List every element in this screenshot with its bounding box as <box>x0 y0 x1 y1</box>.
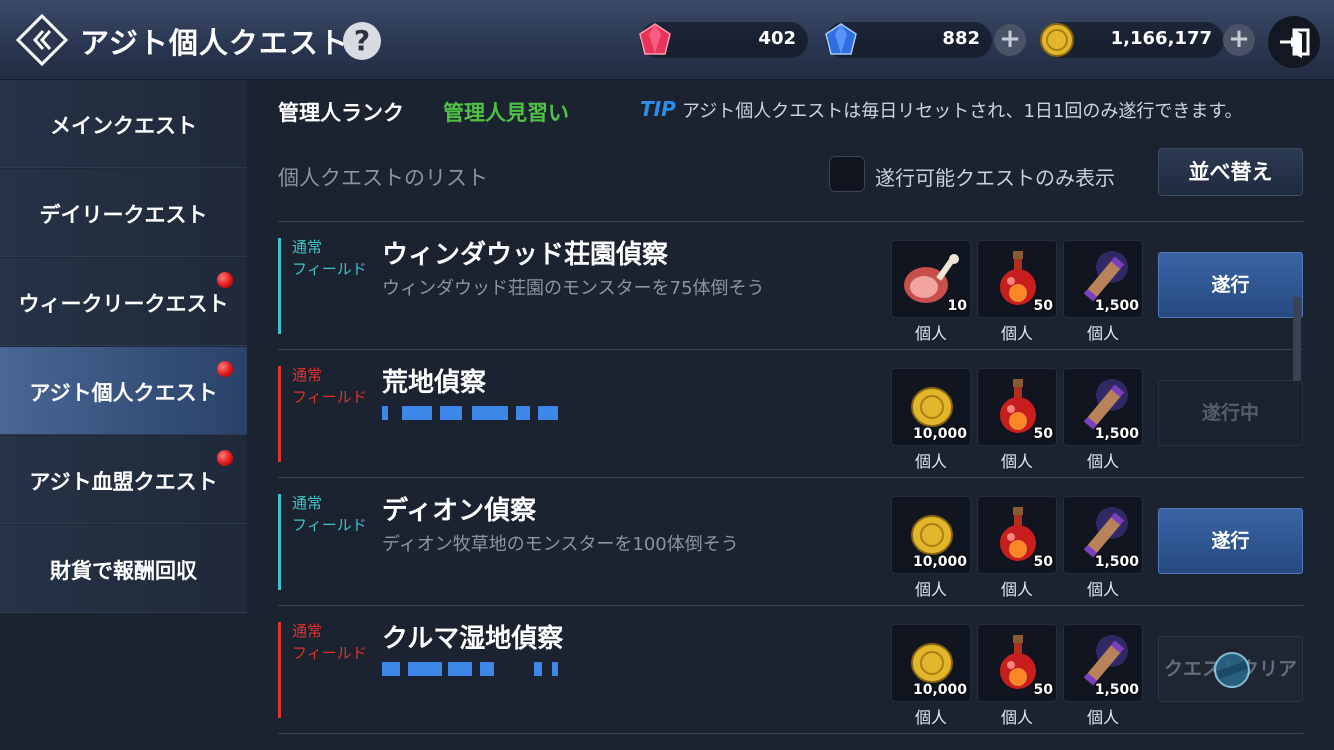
notification-dot <box>217 450 233 466</box>
quest-accent-bar <box>278 494 281 590</box>
quest-start-button[interactable]: 遂行 <box>1158 508 1303 574</box>
reward-label: 個人 <box>914 708 947 727</box>
divider <box>278 733 1303 734</box>
scrollbar[interactable] <box>1293 297 1301 381</box>
sidebar: メインクエスト デイリークエスト ウィークリークエスト アジト個人クエスト アジ… <box>0 80 247 613</box>
quest-title: 荒地偵察 <box>382 368 487 398</box>
reward-quantity: 10,000 <box>912 682 967 698</box>
exit-button[interactable] <box>1268 16 1320 68</box>
sidebar-item-label: デイリークエスト <box>39 203 208 227</box>
tip-text: アジト個人クエストは毎日リセットされ、1日1回のみ遂行できます。 <box>682 101 1243 122</box>
reward-label: 個人 <box>1000 452 1033 471</box>
blue-gem-value: 882 <box>942 28 980 49</box>
quest-accent-bar <box>278 366 281 462</box>
reward-quantity: 1,500 <box>1094 298 1139 314</box>
reward-quantity: 1,500 <box>1094 426 1139 442</box>
gold-counter: 1,166,177 <box>1040 22 1224 58</box>
quest-type-label: 通常 <box>292 366 323 384</box>
reward-quantity: 10,000 <box>912 426 967 442</box>
reward-quantity: 10 <box>947 298 967 314</box>
quest-accent-bar <box>278 622 281 718</box>
rank-label: 管理人ランク <box>278 101 404 125</box>
sidebar-item-label: アジト血盟クエスト <box>29 470 218 494</box>
quest-start-button[interactable]: 遂行 <box>1158 252 1303 318</box>
reward-quantity: 50 <box>1033 426 1053 442</box>
blue-gem-counter: 882 <box>825 22 992 58</box>
quest-list-label: 個人クエストのリスト <box>278 166 488 190</box>
sort-button[interactable]: 並べ替え <box>1158 148 1303 196</box>
reward-label: 個人 <box>914 324 947 343</box>
back-button[interactable] <box>15 13 69 67</box>
quest-type-label: 通常 <box>292 494 323 512</box>
quest-row: 通常 フィールド クルマ湿地偵察 10,000 個人 50 個人 1,500 個… <box>278 606 1303 734</box>
tip-tag: TIP <box>640 97 676 121</box>
red-gem-icon <box>639 23 671 55</box>
reward-quantity: 50 <box>1033 682 1053 698</box>
notification-dot <box>217 272 233 288</box>
blue-gem-icon <box>825 23 857 55</box>
quest-description: ディオン牧草地のモンスターを100体倒そう <box>382 534 739 555</box>
quest-row: 通常 フィールド 荒地偵察 10,000 個人 50 個人 1,500 個人 遂… <box>278 350 1303 478</box>
sidebar-item-weekly-quest[interactable]: ウィークリークエスト <box>0 258 247 346</box>
top-bar: アジト個人クエスト ? 402 882 + 1,166,177 + <box>0 0 1334 80</box>
sidebar-item-hideout-personal-quest[interactable]: アジト個人クエスト <box>0 347 247 435</box>
reward-label: 個人 <box>1000 580 1033 599</box>
sidebar-item-label: 財貨で報酬回収 <box>50 559 197 583</box>
sidebar-item-reward-collect[interactable]: 財貨で報酬回収 <box>0 525 247 613</box>
quest-type-label: 通常 <box>292 622 323 640</box>
reward-quantity: 50 <box>1033 554 1053 570</box>
quest-title: クルマ湿地偵察 <box>382 624 564 654</box>
sidebar-item-label: アジト個人クエスト <box>29 381 218 405</box>
back-arrow-icon <box>15 13 69 67</box>
reward-quantity: 1,500 <box>1094 682 1139 698</box>
exit-door-icon <box>1280 28 1310 58</box>
quest-category-label: フィールド <box>292 388 367 406</box>
filter-checkbox[interactable] <box>829 156 865 192</box>
quest-accent-bar <box>278 238 281 334</box>
red-gem-value: 402 <box>758 28 796 49</box>
sidebar-item-label: ウィークリークエスト <box>18 292 229 316</box>
reward-quantity: 10,000 <box>912 554 967 570</box>
quest-title: ウィンダウッド荘園偵察 <box>382 240 669 270</box>
gold-value: 1,166,177 <box>1110 28 1212 49</box>
quest-title: ディオン偵察 <box>382 496 537 526</box>
filter-label[interactable]: 遂行可能クエストのみ表示 <box>875 162 1115 191</box>
quest-description: ウィンダウッド荘園のモンスターを75体倒そう <box>382 278 765 299</box>
quest-in-progress-button[interactable]: 遂行中 <box>1158 380 1303 446</box>
quest-category-label: フィールド <box>292 260 367 278</box>
quest-row: 通常 フィールド ディオン偵察 ディオン牧草地のモンスターを100体倒そう 10… <box>278 478 1303 606</box>
help-button[interactable]: ? <box>343 22 381 60</box>
quest-type-label: 通常 <box>292 238 323 256</box>
rank-value: 管理人見習い <box>443 101 569 125</box>
sidebar-item-daily-quest[interactable]: デイリークエスト <box>0 169 247 257</box>
quest-category-label: フィールド <box>292 516 367 534</box>
red-gem-counter: 402 <box>639 22 808 58</box>
reward-label: 個人 <box>914 452 947 471</box>
reward-label: 個人 <box>1000 708 1033 727</box>
notification-dot <box>217 361 233 377</box>
blue-gem-plus-button[interactable]: + <box>994 24 1026 56</box>
reward-label: 個人 <box>1086 452 1119 471</box>
sidebar-item-hideout-clan-quest[interactable]: アジト血盟クエスト <box>0 436 247 524</box>
reward-label: 個人 <box>1000 324 1033 343</box>
complete-stamp-icon <box>1214 652 1250 688</box>
reward-label: 個人 <box>1086 580 1119 599</box>
quest-category-label: フィールド <box>292 644 367 662</box>
reward-label: 個人 <box>1086 324 1119 343</box>
sidebar-item-label: メインクエスト <box>50 114 197 138</box>
page-title: アジト個人クエスト <box>80 26 349 60</box>
gold-plus-button[interactable]: + <box>1223 24 1255 56</box>
quest-row: 通常 フィールド ウィンダウッド荘園偵察 ウィンダウッド荘園のモンスターを75体… <box>278 222 1303 350</box>
reward-quantity: 50 <box>1033 298 1053 314</box>
sidebar-item-main-quest[interactable]: メインクエスト <box>0 80 247 168</box>
quest-clear-button[interactable]: クエストクリア <box>1158 636 1303 702</box>
reward-label: 個人 <box>1086 708 1119 727</box>
gold-coin-icon <box>1040 23 1074 57</box>
reward-quantity: 1,500 <box>1094 554 1139 570</box>
reward-label: 個人 <box>914 580 947 599</box>
